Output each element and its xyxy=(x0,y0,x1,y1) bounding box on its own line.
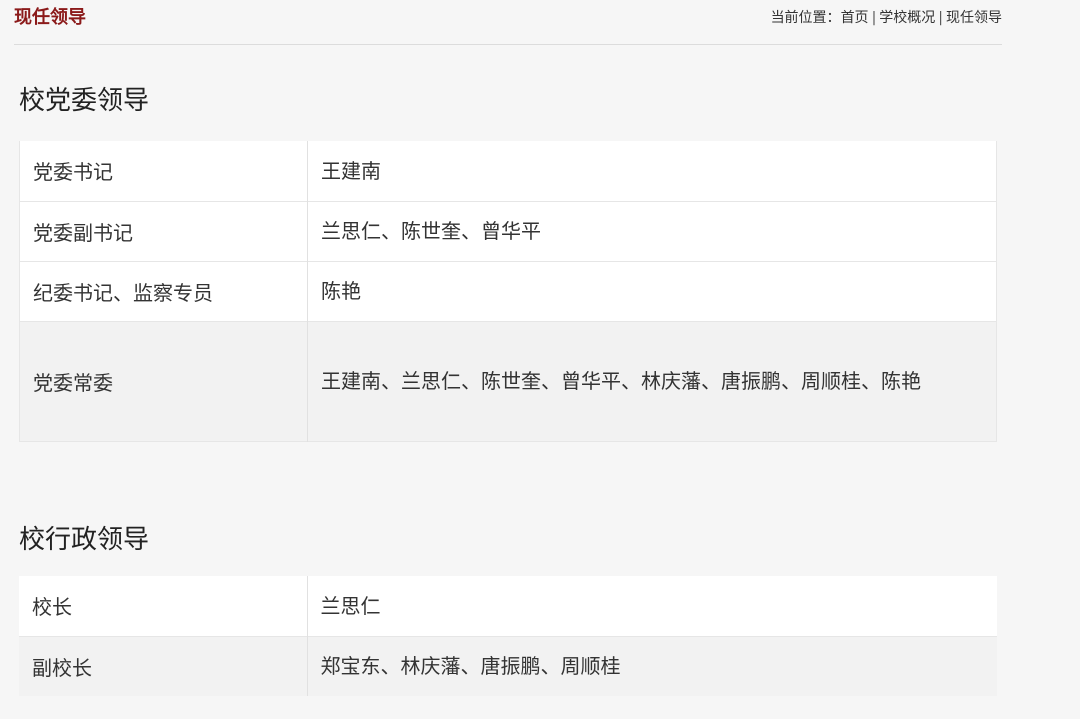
names-cell: 王建南 xyxy=(307,141,997,201)
names-cell: 王建南、兰思仁、陈世奎、曾华平、林庆藩、唐振鹏、周顺桂、陈艳 xyxy=(307,320,997,441)
table-row: 副校长 郑宝东、林庆藩、唐振鹏、周顺桂 xyxy=(19,635,997,696)
breadcrumb-current: 现任领导 xyxy=(946,10,1002,26)
names-cell: 陈艳 xyxy=(307,260,997,321)
party-leaders-table: 党委书记 王建南 党委副书记 兰思仁、陈世奎、曾华平 纪委书记、监察专员 陈艳 … xyxy=(19,141,997,442)
breadcrumb: 当前位置：首页 | 学校概况 | 现任领导 xyxy=(771,9,1002,27)
role-cell: 党委常委 xyxy=(19,320,308,441)
table-row: 纪委书记、监察专员 陈艳 xyxy=(19,260,997,321)
names-cell: 郑宝东、林庆藩、唐振鹏、周顺桂 xyxy=(307,635,997,696)
role-cell: 纪委书记、监察专员 xyxy=(19,260,308,321)
party-leaders-heading: 校党委领导 xyxy=(19,86,150,116)
breadcrumb-link-home[interactable]: 首页 xyxy=(841,10,869,26)
names-cell: 兰思仁 xyxy=(307,576,997,636)
breadcrumb-separator: | xyxy=(871,10,877,26)
page-title: 现任领导 xyxy=(14,7,86,28)
role-cell: 党委副书记 xyxy=(19,200,308,261)
breadcrumb-separator: | xyxy=(938,10,943,26)
role-cell: 副校长 xyxy=(19,635,308,696)
table-row: 校长 兰思仁 xyxy=(19,576,997,636)
table-row: 党委书记 王建南 xyxy=(19,141,997,201)
breadcrumb-link-school-overview[interactable]: 学校概况 xyxy=(879,10,935,26)
role-cell: 党委书记 xyxy=(19,141,308,201)
names-cell: 兰思仁、陈世奎、曾华平 xyxy=(307,200,997,261)
admin-leaders-table: 校长 兰思仁 副校长 郑宝东、林庆藩、唐振鹏、周顺桂 xyxy=(19,576,997,696)
breadcrumb-prefix: 当前位置： xyxy=(770,10,841,26)
role-cell: 校长 xyxy=(19,576,308,636)
header-bar: 现任领导 当前位置：首页 | 学校概况 | 现任领导 xyxy=(14,0,1002,45)
admin-leaders-heading: 校行政领导 xyxy=(19,525,150,555)
table-row: 党委常委 王建南、兰思仁、陈世奎、曾华平、林庆藩、唐振鹏、周顺桂、陈艳 xyxy=(19,320,997,441)
table-row: 党委副书记 兰思仁、陈世奎、曾华平 xyxy=(19,200,997,261)
